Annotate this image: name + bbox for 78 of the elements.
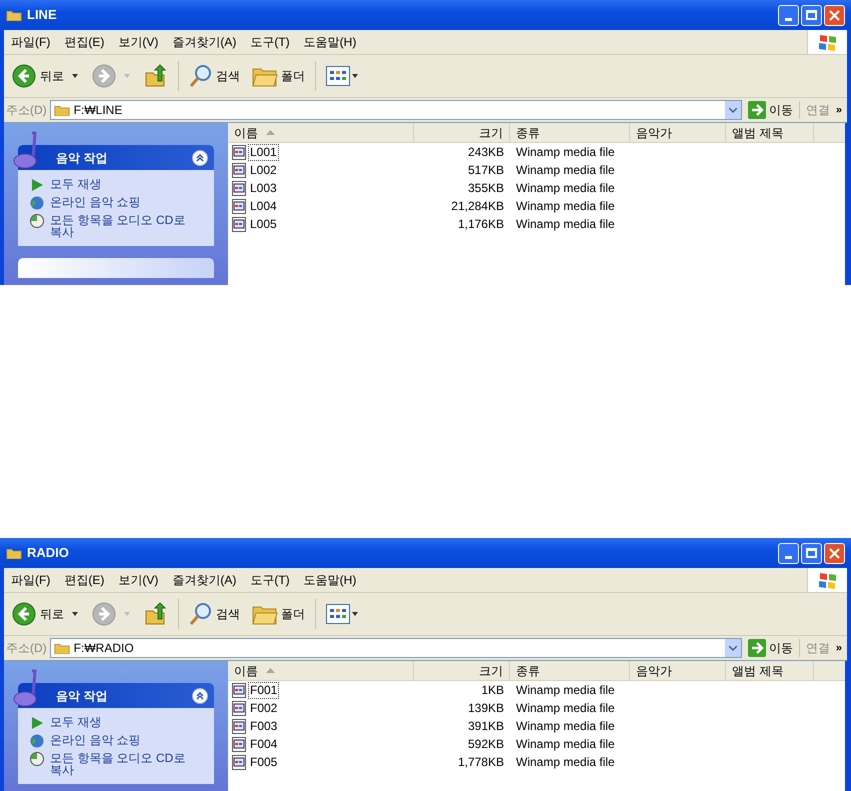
column-header[interactable]: 이름 xyxy=(228,661,414,680)
file-name[interactable]: L003 xyxy=(248,180,279,196)
file-size: 1,176KB xyxy=(456,216,505,233)
file-type: Winamp media file xyxy=(515,216,616,233)
file-type: Winamp media file xyxy=(515,162,616,179)
file-type: Winamp media file xyxy=(515,144,616,161)
file-name[interactable]: L001 xyxy=(248,144,279,160)
panel-header[interactable]: 음악 작업 xyxy=(18,683,214,708)
chevron-button[interactable]: » xyxy=(836,102,845,118)
address-field[interactable]: F:₩RADIO xyxy=(50,638,742,658)
file-name[interactable]: F001 xyxy=(248,682,280,698)
file-type: Winamp media file xyxy=(515,736,616,753)
menu-item[interactable]: 편집(E) xyxy=(57,33,112,51)
menu-item[interactable]: 보기(V) xyxy=(111,33,166,51)
file-size: 391KB xyxy=(466,718,505,735)
task-link[interactable]: 모두 재생 xyxy=(50,716,116,728)
go-button[interactable]: 이동 xyxy=(744,639,796,657)
file-size: 243KB xyxy=(466,144,505,161)
back-button[interactable]: 뒤로 xyxy=(12,602,64,626)
go-button[interactable]: 이동 xyxy=(744,101,796,119)
column-header[interactable]: 음악가 xyxy=(630,661,726,680)
menu-item[interactable]: 편집(E) xyxy=(57,571,112,589)
back-button[interactable]: 뒤로 xyxy=(12,64,64,88)
folders-button[interactable]: 폴더 xyxy=(252,65,305,87)
file-type: Winamp media file xyxy=(515,700,616,717)
search-button[interactable]: 검색 xyxy=(189,602,240,626)
file-name[interactable]: F005 xyxy=(248,754,280,770)
task-link[interactable]: 모든 항목을 오디오 CD로 복사 xyxy=(50,752,202,776)
file-size: 517KB xyxy=(466,162,505,179)
file-type: Winamp media file xyxy=(515,198,616,215)
file-type: Winamp media file xyxy=(515,754,616,771)
menu-item[interactable]: 즐겨찾기(A) xyxy=(165,571,244,589)
window-title: RADIO xyxy=(27,544,69,562)
file-size: 139KB xyxy=(466,700,505,717)
column-header[interactable]: 종류 xyxy=(510,123,630,142)
column-header[interactable]: 크기 xyxy=(414,123,510,142)
panel-title: 음악 작업 xyxy=(56,688,108,704)
file-size: 592KB xyxy=(466,736,505,753)
address-label: 주소(D) xyxy=(6,102,47,119)
menu-item[interactable]: 파일(F) xyxy=(4,33,58,51)
menu-item[interactable]: 즐겨찾기(A) xyxy=(165,33,244,51)
panel-header[interactable]: 음악 작업 xyxy=(18,145,214,170)
file-size: 1KB xyxy=(480,682,505,699)
window-title: LINE xyxy=(27,6,57,24)
menu-item[interactable]: 도움말(H) xyxy=(296,571,364,589)
search-button[interactable]: 검색 xyxy=(189,64,240,88)
menu-item[interactable]: 보기(V) xyxy=(111,571,166,589)
column-header[interactable]: 음악가 xyxy=(630,123,726,142)
column-header[interactable]: 이름 xyxy=(228,123,414,142)
file-name[interactable]: F003 xyxy=(248,718,280,734)
file-size: 1,778KB xyxy=(456,754,505,771)
menu-item[interactable]: 도구(T) xyxy=(243,571,297,589)
menu-item[interactable]: 도움말(H) xyxy=(296,33,364,51)
file-type: Winamp media file xyxy=(515,180,616,197)
file-size: 21,284KB xyxy=(450,198,505,215)
column-header[interactable]: 종류 xyxy=(510,661,630,680)
file-name[interactable]: L005 xyxy=(248,216,279,232)
file-name[interactable]: L004 xyxy=(248,198,279,214)
file-name[interactable]: F002 xyxy=(248,700,280,716)
file-type: Winamp media file xyxy=(515,682,616,699)
task-link[interactable]: 온라인 음악 쇼핑 xyxy=(50,196,155,208)
file-size: 355KB xyxy=(466,180,505,197)
column-header[interactable]: 크기 xyxy=(414,661,510,680)
file-name[interactable]: L002 xyxy=(248,162,279,178)
column-header[interactable]: 앨범 제목 xyxy=(726,123,814,142)
panel-title: 음악 작업 xyxy=(56,150,108,166)
file-name[interactable]: F004 xyxy=(248,736,280,752)
task-link[interactable]: 모두 재생 xyxy=(50,178,116,190)
address-label: 주소(D) xyxy=(6,640,47,657)
file-type: Winamp media file xyxy=(515,718,616,735)
chevron-button[interactable]: » xyxy=(836,640,845,656)
task-link[interactable]: 모든 항목을 오디오 CD로 복사 xyxy=(50,214,202,238)
address-field[interactable]: F:₩LINE xyxy=(50,100,742,120)
menu-item[interactable]: 파일(F) xyxy=(4,571,58,589)
task-link[interactable]: 온라인 음악 쇼핑 xyxy=(50,734,155,746)
column-header[interactable]: 앨범 제목 xyxy=(726,661,814,680)
menu-item[interactable]: 도구(T) xyxy=(243,33,297,51)
folders-button[interactable]: 폴더 xyxy=(252,603,305,625)
